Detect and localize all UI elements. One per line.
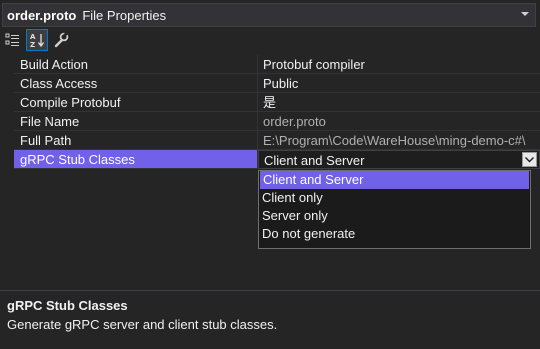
property-name: Compile Protobuf — [14, 93, 258, 112]
property-name: Build Action — [14, 55, 258, 74]
combobox-dropdown-button[interactable] — [522, 152, 537, 167]
property-row-file-name[interactable]: File Name order.proto — [0, 112, 540, 131]
chevron-down-icon — [525, 156, 534, 162]
alphabetical-button[interactable]: A Z — [26, 29, 48, 51]
combobox-value: Client and Server — [264, 153, 365, 168]
property-grid: Build Action Protobuf compiler Class Acc… — [0, 55, 540, 169]
dropdown-option[interactable]: Client and Server — [260, 171, 529, 189]
grpc-stub-classes-combobox[interactable]: Client and Server — [258, 150, 540, 169]
property-pages-wrench-icon — [54, 32, 69, 48]
description-pane: gRPC Stub Classes Generate gRPC server a… — [7, 298, 533, 332]
chevron-down-icon[interactable] — [521, 12, 529, 16]
object-type: File Properties — [82, 7, 167, 23]
description-title: gRPC Stub Classes — [7, 298, 128, 313]
property-name: File Name — [14, 112, 258, 131]
property-value[interactable]: 是 — [258, 93, 540, 112]
property-name: Class Access — [14, 74, 258, 93]
property-row-grpc-stub-classes[interactable]: gRPC Stub Classes Client and Server — [0, 150, 540, 169]
object-name: order.proto — [7, 7, 77, 23]
categorized-button[interactable] — [2, 29, 24, 51]
dropdown-option[interactable]: Client only — [259, 189, 530, 207]
property-row-compile-protobuf[interactable]: Compile Protobuf 是 — [0, 93, 540, 112]
property-name: Full Path — [14, 131, 258, 150]
property-value[interactable]: Public — [258, 74, 540, 93]
property-value[interactable]: order.proto — [258, 112, 540, 131]
categorized-icon — [5, 33, 19, 46]
object-selector[interactable]: order.proto File Properties — [2, 3, 536, 27]
property-value[interactable]: Protobuf compiler — [258, 55, 540, 74]
dropdown-option[interactable]: Server only — [259, 207, 530, 225]
property-row-class-access[interactable]: Class Access Public — [0, 74, 540, 93]
properties-window: order.proto File Properties A Z Build Ac… — [0, 0, 540, 349]
property-value[interactable]: E:\Program\Code\WareHouse\ming-demo-c#\ — [258, 131, 540, 150]
svg-text:A: A — [30, 33, 36, 41]
properties-toolbar: A Z — [2, 28, 72, 52]
property-row-full-path[interactable]: Full Path E:\Program\Code\WareHouse\ming… — [0, 131, 540, 150]
description-text: Generate gRPC server and client stub cla… — [7, 317, 278, 332]
alphabetical-sort-icon: A Z — [30, 33, 45, 48]
property-pages-button[interactable] — [50, 29, 72, 51]
grpc-stub-classes-dropdown-list: Client and Server Client only Server onl… — [258, 170, 531, 249]
description-splitter[interactable] — [0, 290, 540, 291]
svg-text:Z: Z — [30, 41, 35, 48]
dropdown-option[interactable]: Do not generate — [259, 225, 530, 243]
property-name: gRPC Stub Classes — [14, 150, 258, 169]
property-row-build-action[interactable]: Build Action Protobuf compiler — [0, 55, 540, 74]
